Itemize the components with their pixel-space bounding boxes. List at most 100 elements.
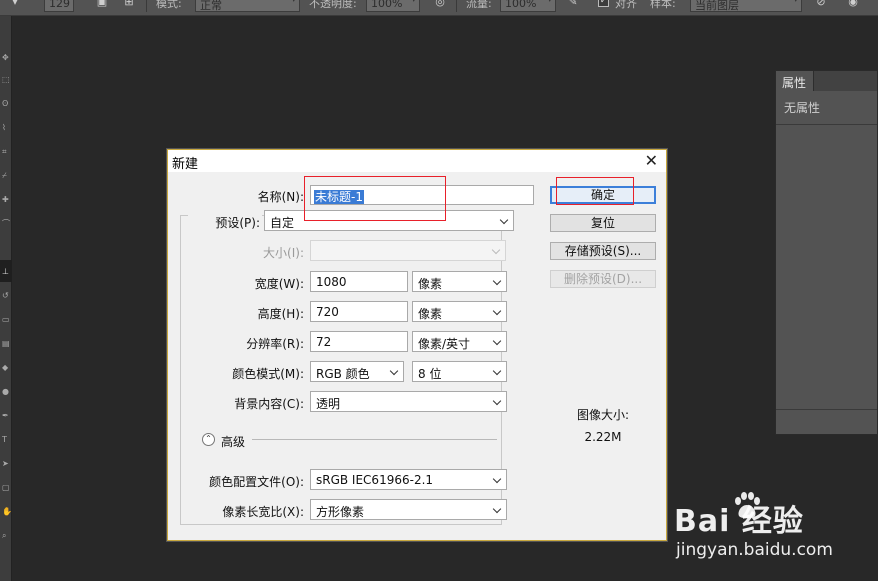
pixel-aspect-select[interactable]: 方形像素 [310,499,507,520]
lasso-tool-icon[interactable]: ʘ [2,100,10,108]
save-preset-button[interactable]: 存储预设(S)... [550,242,656,260]
quick-select-tool-icon[interactable]: ⌇ [2,124,10,132]
new-document-dialog: 新建 ✕ 名称(N): 未标题-1 预设(P): 自定 大小(I): 宽度(W)… [167,149,667,541]
blur-tool-icon[interactable]: ◆ [2,364,10,372]
separator [146,0,147,12]
hand-tool-icon[interactable]: ✋ [2,508,12,516]
zoom-tool-icon[interactable]: ⌕ [2,532,10,540]
sample-select[interactable]: 当前图层 ▾ [690,0,802,12]
dialog-title: 新建 [172,157,199,172]
brush-size-field[interactable]: 129 [44,0,74,12]
chevron-down-icon [491,245,501,255]
baidu-jingyan-watermark: Bai 经验 jingyan.baidu.com [672,490,872,570]
preset-value: 自定 [270,216,295,230]
watermark-url: jingyan.baidu.com [676,540,833,560]
path-select-tool-icon[interactable]: ➤ [2,460,10,468]
healing-tool-icon[interactable]: ✚ [2,196,10,204]
width-unit-select[interactable]: 像素 [412,271,507,292]
align-checkbox[interactable]: ✓ [598,0,609,7]
clone-source-icon[interactable]: ⊞ [122,0,136,9]
options-bar: ▾ 129 ▣ ⊞ 模式: 正常 ▾ 不透明度: 100% ▾ ◎ 流量: 100%… [0,0,878,16]
tools-panel: ✥ ⬚ ʘ ⌇ ⌗ ⌿ ✚ ⌒ ⊥ ↺ ▭ ▤ ◆ ● ✒ T ➤ ▢ ✋ ⌕ [0,16,12,581]
width-input[interactable]: 1080 [310,271,408,292]
pen-tool-icon[interactable]: ✒ [2,412,10,420]
height-unit-select[interactable]: 像素 [412,301,507,322]
resolution-unit-select[interactable]: 像素/英寸 [412,331,507,352]
divider [252,439,497,440]
resolution-input[interactable]: 72 [310,331,408,352]
pressure-opacity-icon[interactable]: ◎ [433,0,447,9]
save-preset-label: 存储预设(S)... [564,244,642,258]
airbrush-icon[interactable]: ✎ [566,0,580,9]
bit-depth-select[interactable]: 8 位 [412,361,507,382]
brush-size-value: 129 [49,0,70,10]
color-mode-value: RGB 颜色 [316,367,370,381]
chevron-down-icon: ▾ [411,0,416,5]
tab-properties[interactable]: 属性 [776,71,814,91]
properties-panel-header: 属性 [776,71,877,91]
chevron-down-icon [389,366,399,376]
pressure-size-icon[interactable]: ◉ [846,0,860,9]
background-select[interactable]: 透明 [310,391,507,412]
background-label: 背景内容(C): [234,397,304,411]
chevron-down-icon [492,504,502,514]
clone-stamp-tool-icon[interactable]: ⊥ [2,268,10,276]
shape-tool-icon[interactable]: ▢ [2,484,10,492]
color-profile-select[interactable]: sRGB IEC61966-2.1 [310,469,507,490]
flow-value: 100% [505,0,537,10]
marquee-tool-icon[interactable]: ⬚ [2,76,10,84]
size-select [310,240,506,261]
height-label: 高度(H): [257,307,304,321]
height-input[interactable]: 720 [310,301,408,322]
brush-preset-icon[interactable]: ▾ [8,0,22,9]
flow-label: 流量: [466,0,492,10]
eyedropper-tool-icon[interactable]: ⌿ [2,172,10,180]
reset-button[interactable]: 复位 [550,214,656,232]
chevron-down-icon [492,396,502,406]
delete-preset-label: 删除预设(D)... [563,272,643,286]
mode-label: 模式: [156,0,182,10]
move-tool-icon[interactable]: ✥ [2,54,10,62]
history-brush-tool-icon[interactable]: ↺ [2,292,10,300]
color-mode-label: 颜色模式(M): [232,367,304,381]
sample-value: 当前图层 [695,0,739,12]
reset-button-label: 复位 [590,216,615,230]
chevron-down-icon: ▾ [547,0,552,5]
opacity-field[interactable]: 100% ▾ [366,0,420,12]
no-properties-text: 无属性 [784,101,821,115]
name-label: 名称(N): [257,190,304,204]
collapse-advanced-icon[interactable]: ⌃ [202,433,215,446]
color-profile-value: sRGB IEC61966-2.1 [316,473,434,487]
ignore-adjustment-icon[interactable]: ⊘ [814,0,828,9]
chevron-down-icon [492,366,502,376]
eraser-tool-icon[interactable]: ▭ [2,316,10,324]
chevron-down-icon [492,474,502,484]
bit-depth-value: 8 位 [418,367,442,381]
delete-preset-button: 删除预设(D)... [550,270,656,288]
crop-tool-icon[interactable]: ⌗ [2,148,10,156]
sample-label: 样本: [650,0,676,10]
chevron-down-icon [499,215,509,225]
mode-select[interactable]: 正常 ▾ [195,0,300,12]
color-mode-select[interactable]: RGB 颜色 [310,361,404,382]
gradient-tool-icon[interactable]: ▤ [2,340,10,348]
divider [776,124,877,125]
highlight-box-name [304,176,446,221]
mode-value: 正常 [200,0,222,12]
height-value: 720 [316,305,339,319]
chevron-down-icon: ▾ [291,0,296,5]
type-tool-icon[interactable]: T [2,436,10,444]
dodge-tool-icon[interactable]: ● [2,388,10,396]
chevron-down-icon: ▾ [793,0,798,5]
chevron-down-icon [492,336,502,346]
close-icon[interactable]: ✕ [645,151,658,170]
brush-tool-icon[interactable]: ⌒ [2,220,10,228]
watermark-brand: Bai 经验 [674,504,804,539]
advanced-label[interactable]: 高级 [221,433,245,450]
flow-field[interactable]: 100% ▾ [500,0,556,12]
pixel-aspect-label: 像素长宽比(X): [222,505,304,519]
properties-panel: 属性 无属性 [775,70,878,435]
chevron-down-icon [492,276,502,286]
opacity-label: 不透明度: [309,0,357,10]
brush-panel-icon[interactable]: ▣ [95,0,109,9]
